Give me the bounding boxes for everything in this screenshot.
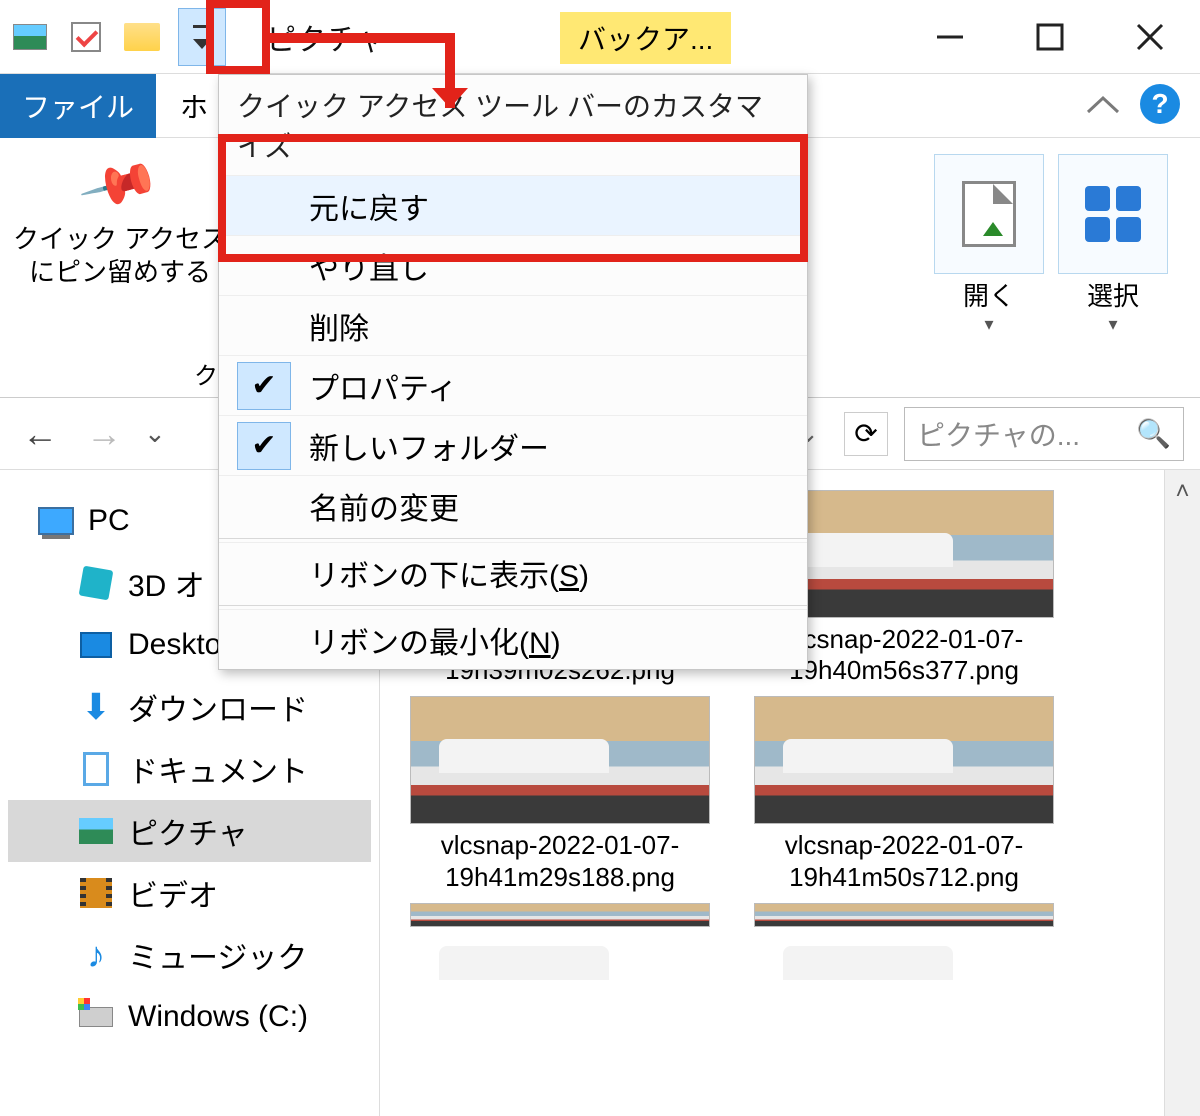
select-label: 選択 — [1087, 282, 1139, 312]
music-icon: ♪ — [78, 937, 114, 973]
qat-menu-label: リボンの下に表示(S) — [309, 551, 589, 595]
pictures-icon — [78, 813, 114, 849]
file-item[interactable]: vlcsnap-2022-01-07-19h41m50s712.png — [754, 696, 1054, 892]
tree-documents[interactable]: ドキュメント — [8, 738, 371, 800]
videos-icon — [78, 875, 114, 911]
collapse-ribbon-caret[interactable] — [1086, 90, 1120, 124]
pictures-library-icon — [10, 17, 50, 57]
open-caret-icon: ▾ — [984, 314, 993, 335]
tree-label: PC — [88, 504, 130, 538]
window-title: ピクチャ — [266, 15, 386, 59]
backup-tab-overflow[interactable]: バックア... — [560, 12, 731, 64]
menu-separator — [219, 538, 807, 539]
desktop-icon — [78, 627, 114, 663]
qat-menu-show-below[interactable]: リボンの下に表示(S) — [219, 542, 807, 602]
check-cell — [237, 616, 291, 664]
check-cell — [237, 242, 291, 290]
open-label: 開く — [963, 282, 1015, 312]
file-item[interactable]: vlcsnap-2022-01-07-19h41m29s188.png — [410, 696, 710, 892]
thumbnail-train-icon — [410, 903, 710, 927]
checkmark-icon: ✔ — [237, 362, 291, 410]
qat-menu-label: やり直し — [309, 244, 429, 288]
file-item-partial[interactable] — [754, 903, 1054, 927]
open-doc-icon — [962, 181, 1016, 247]
select-grid-icon — [1085, 186, 1141, 242]
qat-menu-undo[interactable]: 元に戻す — [219, 175, 807, 235]
forward-button[interactable]: → — [80, 410, 128, 458]
tree-videos[interactable]: ビデオ — [8, 862, 371, 924]
download-icon: ⬇ — [78, 689, 114, 725]
refresh-icon: ⟳ — [854, 417, 877, 450]
tree-label: 3D オ — [128, 561, 205, 605]
tree-downloads[interactable]: ⬇ ダウンロード — [8, 676, 371, 738]
tree-label: ピクチャ — [128, 809, 248, 853]
qat-customize-dropdown[interactable] — [178, 8, 226, 66]
file-name: vlcsnap-2022-01-07-19h41m29s188.png — [410, 830, 710, 892]
recent-locations-caret[interactable]: ⌄ — [144, 418, 166, 449]
qat-menu-label: 新しいフォルダー — [309, 424, 549, 468]
3d-icon — [78, 565, 114, 601]
qat-menu-label: リボンの最小化(N) — [309, 618, 561, 662]
properties-qat-icon[interactable] — [66, 17, 106, 57]
file-name: vlcsnap-2022-01-07-19h41m50s712.png — [754, 830, 1054, 892]
refresh-button[interactable]: ⟳ — [844, 412, 888, 456]
tree-label: ミュージック — [128, 933, 307, 977]
qat-menu-minimize-ribbon[interactable]: リボンの最小化(N) — [219, 609, 807, 669]
qat-menu-redo[interactable]: やり直し — [219, 235, 807, 295]
tree-pictures[interactable]: ピクチャ — [8, 800, 371, 862]
thumbnail-train-icon — [410, 696, 710, 824]
check-cell — [237, 549, 291, 597]
minimize-button[interactable] — [900, 0, 1000, 74]
qat-menu-label: 元に戻す — [309, 184, 429, 228]
document-icon — [78, 751, 114, 787]
titlebar: ピクチャ バックア... — [0, 0, 1200, 74]
scroll-up-icon: ˄ — [1175, 478, 1189, 506]
check-cell — [237, 302, 291, 350]
qat-menu-label: プロパティ — [309, 364, 457, 408]
qat-menu-header: クイック アクセス ツール バーのカスタマイズ — [219, 75, 807, 175]
tree-label: ダウンロード — [128, 685, 308, 729]
tree-c-drive[interactable]: Windows (C:) — [8, 986, 371, 1048]
qat-customize-menu: クイック アクセス ツール バーのカスタマイズ 元に戻す やり直し 削除 ✔ プ… — [218, 74, 808, 670]
close-button[interactable] — [1100, 0, 1200, 74]
pc-icon — [38, 503, 74, 539]
search-box[interactable]: ピクチャの... 🔍 — [904, 407, 1184, 461]
check-cell — [237, 482, 291, 530]
thumbnail-train-icon — [754, 696, 1054, 824]
select-caret-icon: ▾ — [1108, 314, 1117, 335]
qat-menu-properties[interactable]: ✔ プロパティ — [219, 355, 807, 415]
menu-separator — [219, 605, 807, 606]
qat-menu-delete[interactable]: 削除 — [219, 295, 807, 355]
thumbnail-train-icon — [754, 903, 1054, 927]
qat-menu-new-folder[interactable]: ✔ 新しいフォルダー — [219, 415, 807, 475]
qat-menu-label: 名前の変更 — [309, 484, 459, 528]
qat-menu-rename[interactable]: 名前の変更 — [219, 475, 807, 535]
file-item-partial[interactable] — [410, 903, 710, 927]
drive-icon — [78, 999, 114, 1035]
vertical-scrollbar[interactable]: ˄ — [1164, 470, 1200, 1116]
maximize-button[interactable] — [1000, 0, 1100, 74]
tree-label: ビデオ — [128, 871, 218, 915]
checkmark-icon: ✔ — [237, 422, 291, 470]
tree-label: Windows (C:) — [128, 1000, 308, 1034]
help-button[interactable]: ? — [1140, 84, 1180, 124]
clipboard-group-label-truncated: ク — [194, 356, 218, 391]
new-folder-qat-icon[interactable] — [122, 17, 162, 57]
select-button[interactable] — [1058, 154, 1168, 274]
search-placeholder: ピクチャの... — [917, 414, 1080, 454]
tree-label: ドキュメント — [128, 747, 308, 791]
tree-music[interactable]: ♪ ミュージック — [8, 924, 371, 986]
check-cell — [237, 182, 291, 230]
qat-menu-label: 削除 — [309, 304, 369, 348]
open-button[interactable] — [934, 154, 1044, 274]
back-button[interactable]: ← — [16, 410, 64, 458]
search-icon: 🔍 — [1136, 417, 1171, 450]
